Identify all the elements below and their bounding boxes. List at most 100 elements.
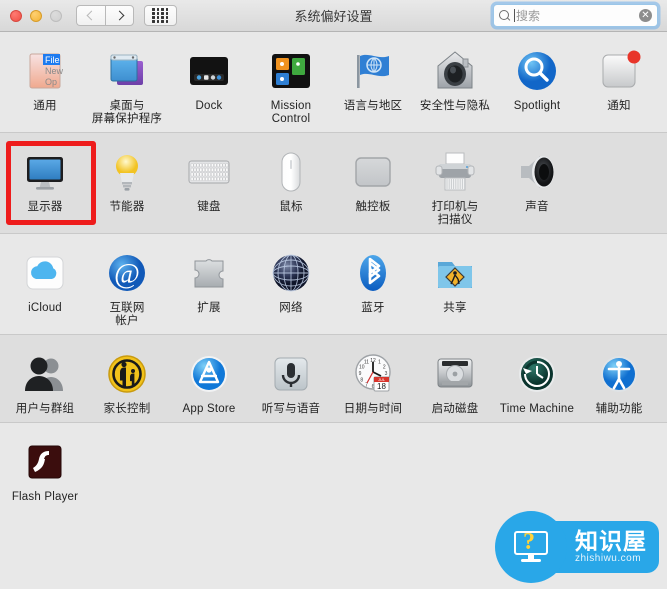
pref-pane-bluetooth[interactable]: 蓝牙 [332, 244, 414, 328]
chevron-left-icon [86, 10, 96, 21]
pref-pane-language-region[interactable]: 语言与地区 [332, 42, 414, 126]
pref-pane-app-store[interactable]: App Store [168, 345, 250, 416]
pref-pane-label: 触控板 [355, 201, 391, 213]
pref-pane-printers-scanners[interactable]: 打印机与 扫描仪 [414, 143, 496, 227]
pref-pane-keyboard[interactable]: 键盘 [168, 143, 250, 227]
pref-pane-network[interactable]: 网络 [250, 244, 332, 328]
pref-pane-label: 打印机与 扫描仪 [431, 201, 479, 226]
pref-pane-label: 节能器 [109, 201, 145, 213]
sound-icon [512, 147, 562, 197]
back-button[interactable] [76, 5, 105, 26]
pref-pane-label: 启动磁盘 [431, 403, 479, 415]
pref-pane-energy-saver[interactable]: 节能器 [86, 143, 168, 227]
pref-pane-label: App Store [182, 403, 236, 415]
pref-pane-accessibility[interactable]: 辅助功能 [578, 345, 660, 416]
pref-pane-time-machine[interactable]: Time Machine [496, 345, 578, 416]
pref-pane-label: 声音 [525, 201, 549, 213]
svg-text:9: 9 [359, 371, 362, 377]
close-button[interactable] [10, 9, 22, 22]
extensions-icon [184, 248, 234, 298]
pref-pane-label: Flash Player [11, 491, 79, 503]
pref-pane-label: 网络 [279, 302, 303, 314]
pref-pane-label: 桌面与 屏幕保护程序 [91, 100, 163, 125]
row-items: Flash Player [0, 423, 667, 510]
pref-pane-label: 用户与群组 [15, 403, 75, 415]
pref-pane-sharing[interactable]: 共享 [414, 244, 496, 328]
row-items: 显示器 节能器 键盘 鼠标 触控板 打印机与 扫描仪 声音 [0, 133, 667, 233]
svg-text:3: 3 [385, 371, 388, 377]
show-all-button[interactable] [144, 5, 177, 26]
svg-text:11: 11 [364, 360, 369, 366]
search-field[interactable]: 搜索 ✕ [493, 4, 658, 27]
pref-pane-label: 通用 [33, 100, 57, 112]
row-items: File New Op 通用 桌面与 屏幕保护程序 Dock Mission Cont… [0, 32, 667, 132]
navigation-buttons [76, 5, 134, 26]
preferences-row: 用户与群组 家长控制 App Store 听写与语音 1212345678910… [0, 335, 667, 423]
minimize-button[interactable] [30, 9, 42, 22]
preferences-row: iCloud @ 互联网 帐户 扩展 网络 蓝牙 共享 [0, 234, 667, 335]
startup-disk-icon [430, 349, 480, 399]
svg-text:New: New [45, 66, 64, 76]
search-container: 搜索 ✕ [493, 4, 658, 27]
pref-pane-label: Spotlight [513, 100, 561, 112]
pref-pane-parental-controls[interactable]: 家长控制 [86, 345, 168, 416]
pref-pane-general[interactable]: File New Op 通用 [4, 42, 86, 126]
mouse-icon [266, 147, 316, 197]
notifications-icon [594, 46, 644, 96]
pref-pane-extensions[interactable]: 扩展 [168, 244, 250, 328]
pref-pane-desktop-screensaver[interactable]: 桌面与 屏幕保护程序 [86, 42, 168, 126]
svg-text:2: 2 [383, 365, 386, 371]
chevron-right-icon [114, 10, 125, 21]
pref-pane-mission-control[interactable]: Mission Control [250, 42, 332, 126]
pref-pane-users-groups[interactable]: 用户与群组 [4, 345, 86, 416]
sharing-icon [430, 248, 480, 298]
app-store-icon [184, 349, 234, 399]
pref-pane-mouse[interactable]: 鼠标 [250, 143, 332, 227]
preferences-row: File New Op 通用 桌面与 屏幕保护程序 Dock Mission Cont… [0, 32, 667, 133]
preferences-row: Flash Player [0, 423, 667, 510]
pref-pane-startup-disk[interactable]: 启动磁盘 [414, 345, 496, 416]
window-titlebar: 系统偏好设置 搜索 ✕ [0, 0, 667, 32]
security-privacy-icon [430, 46, 480, 96]
watermark-cn: 知识屋 [575, 528, 647, 554]
energy-saver-icon [102, 147, 152, 197]
svg-text:Op: Op [45, 77, 57, 87]
clear-search-icon[interactable]: ✕ [639, 9, 652, 22]
pref-pane-label: 共享 [443, 302, 467, 314]
pref-pane-trackpad[interactable]: 触控板 [332, 143, 414, 227]
pref-pane-label: 家长控制 [103, 403, 151, 415]
pref-pane-label: iCloud [28, 302, 62, 314]
dictation-speech-icon [266, 349, 316, 399]
pref-pane-internet-accounts[interactable]: @ 互联网 帐户 [86, 244, 168, 328]
pref-pane-dock[interactable]: Dock [168, 42, 250, 126]
mission-control-icon [266, 46, 316, 96]
pref-pane-label: 辅助功能 [595, 403, 643, 415]
pref-pane-label: Dock [195, 100, 223, 112]
preferences-row: 显示器 节能器 键盘 鼠标 触控板 打印机与 扫描仪 声音 [0, 133, 667, 234]
zoom-button[interactable] [50, 9, 62, 22]
pref-pane-security-privacy[interactable]: 安全性与隐私 [414, 42, 496, 126]
pref-pane-notifications[interactable]: 通知 [578, 42, 660, 126]
grid-dots-icon [152, 8, 169, 23]
pref-pane-label: 语言与地区 [343, 100, 403, 112]
pref-pane-label: 安全性与隐私 [419, 100, 491, 112]
row-items: iCloud @ 互联网 帐户 扩展 网络 蓝牙 共享 [0, 234, 667, 334]
svg-text:7: 7 [365, 382, 368, 388]
pref-pane-spotlight[interactable]: Spotlight [496, 42, 578, 126]
forward-button[interactable] [105, 5, 134, 26]
pref-pane-label: 蓝牙 [361, 302, 385, 314]
pref-pane-icloud[interactable]: iCloud [4, 244, 86, 328]
spotlight-icon [512, 46, 562, 96]
printers-scanners-icon [430, 147, 480, 197]
accessibility-icon [594, 349, 644, 399]
pref-pane-displays[interactable]: 显示器 [4, 143, 86, 227]
window-controls [10, 9, 62, 22]
pref-pane-dictation-speech[interactable]: 听写与语音 [250, 345, 332, 416]
pref-pane-sound[interactable]: 声音 [496, 143, 578, 227]
network-icon [266, 248, 316, 298]
pref-pane-label: 通知 [607, 100, 631, 112]
bluetooth-icon [348, 248, 398, 298]
pref-pane-flash-player[interactable]: Flash Player [4, 433, 86, 504]
pref-pane-date-time[interactable]: 121234567891011 JUL 18日期与时间 [332, 345, 414, 416]
svg-text:File: File [45, 55, 60, 65]
